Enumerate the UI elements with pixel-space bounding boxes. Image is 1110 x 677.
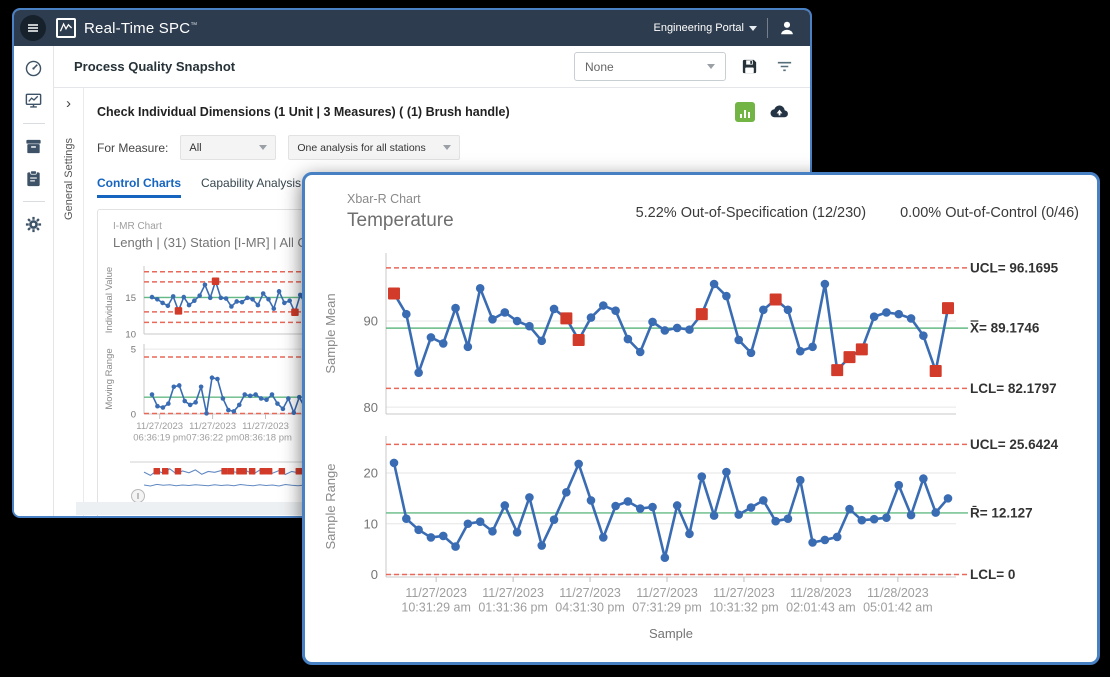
- page-title: Process Quality Snapshot: [74, 59, 574, 74]
- svg-text:11/28/2023: 11/28/2023: [867, 586, 929, 600]
- xbar-header: Xbar-R Chart Temperature 5.22% Out-of-Sp…: [305, 175, 1097, 232]
- svg-text:X̿= 89.1746: X̿= 89.1746: [970, 321, 1040, 336]
- clipboard-icon: [24, 169, 43, 188]
- portal-dropdown[interactable]: Engineering Portal: [653, 22, 757, 34]
- preset-value: None: [585, 60, 614, 74]
- gear-icon: [24, 215, 43, 234]
- analysis-mode-select[interactable]: One analysis for all stations: [288, 135, 460, 160]
- svg-text:15: 15: [125, 293, 136, 304]
- save-button[interactable]: [740, 57, 759, 76]
- svg-text:08:36:18 pm: 08:36:18 pm: [239, 433, 292, 444]
- svg-text:10:31:29 am: 10:31:29 am: [401, 601, 471, 615]
- svg-text:11/27/2023: 11/27/2023: [405, 586, 467, 600]
- general-settings-label: General Settings: [63, 138, 75, 220]
- svg-text:UCL= 25.6424: UCL= 25.6424: [970, 437, 1059, 452]
- bar-chart-icon: [740, 114, 743, 118]
- chevron-down-icon: [707, 64, 715, 69]
- out-of-control-stat: 0.00% Out-of-Control (0/46): [900, 205, 1079, 221]
- svg-text:UCL= 96.1695: UCL= 96.1695: [970, 260, 1059, 275]
- left-icon-sidebar: [14, 46, 54, 516]
- xbar-r-window: Xbar-R Chart Temperature 5.22% Out-of-Sp…: [302, 172, 1100, 665]
- svg-text:Sample Mean: Sample Mean: [323, 293, 338, 373]
- gauge-icon: [24, 59, 43, 78]
- svg-text:11/27/2023: 11/27/2023: [136, 421, 183, 432]
- svg-text:05:01:42 am: 05:01:42 am: [863, 601, 933, 615]
- for-measure-label: For Measure:: [97, 141, 168, 155]
- snapshot-preset-select[interactable]: None: [574, 52, 726, 81]
- chevron-down-icon: [443, 145, 451, 150]
- trademark: ™: [190, 22, 197, 29]
- svg-text:LCL= 0: LCL= 0: [970, 567, 1015, 582]
- svg-text:Moving Range: Moving Range: [104, 348, 115, 409]
- svg-text:11/27/2023: 11/27/2023: [713, 586, 775, 600]
- navbar-divider: [767, 18, 768, 38]
- svg-text:R̄= 12.127: R̄= 12.127: [970, 505, 1033, 520]
- chevron-down-icon: [749, 26, 757, 31]
- svg-text:10: 10: [364, 516, 378, 531]
- top-navbar: Real-Time SPC™ Engineering Portal: [14, 10, 810, 46]
- svg-text:20: 20: [364, 466, 378, 481]
- svg-text:5: 5: [131, 345, 136, 356]
- svg-text:01:31:36 pm: 01:31:36 pm: [478, 601, 547, 615]
- hamburger-icon: [26, 21, 40, 35]
- svg-text:07:31:29 pm: 07:31:29 pm: [632, 601, 702, 615]
- svg-text:0: 0: [371, 567, 378, 582]
- sidebar-item-settings[interactable]: [24, 215, 43, 234]
- xbar-chart-type-label: Xbar-R Chart: [347, 192, 1077, 206]
- svg-text:LCL= 82.1797: LCL= 82.1797: [970, 381, 1057, 396]
- svg-text:Sample Range: Sample Range: [323, 464, 338, 550]
- svg-text:Sample: Sample: [649, 626, 693, 641]
- sidebar-item-dashboard[interactable]: [24, 59, 43, 78]
- svg-text:04:31:30 pm: 04:31:30 pm: [555, 601, 625, 615]
- hamburger-menu-button[interactable]: [20, 15, 46, 41]
- svg-text:02:01:43 am: 02:01:43 am: [786, 601, 856, 615]
- user-account-button[interactable]: [778, 19, 796, 37]
- sidebar-item-archive[interactable]: [24, 137, 43, 156]
- sidebar-item-reports[interactable]: [24, 169, 43, 188]
- analysis-panel-title: Check Individual Dimensions (1 Unit | 3 …: [97, 105, 735, 119]
- svg-text:10: 10: [125, 329, 136, 340]
- svg-text:0: 0: [131, 409, 136, 420]
- sidebar-item-monitoring[interactable]: [24, 91, 43, 110]
- monitor-chart-icon: [24, 91, 43, 110]
- page-header: Process Quality Snapshot None: [54, 46, 810, 88]
- portal-label: Engineering Portal: [653, 22, 744, 34]
- sidebar-divider: [23, 201, 45, 202]
- sidebar-divider: [23, 123, 45, 124]
- svg-text:10:31:32 pm: 10:31:32 pm: [709, 601, 779, 615]
- svg-text:Individual Value: Individual Value: [104, 267, 115, 333]
- expand-settings-button[interactable]: ›: [54, 96, 83, 111]
- screenshot-canvas: Real-Time SPC™ Engineering Portal: [0, 0, 1110, 677]
- tab-capability-analysis[interactable]: Capability Analysis: [201, 176, 301, 198]
- svg-text:11/27/2023: 11/27/2023: [189, 421, 236, 432]
- measure-select[interactable]: All: [180, 135, 276, 160]
- out-of-spec-stat: 5.22% Out-of-Specification (12/230): [636, 205, 867, 221]
- svg-text:90: 90: [364, 314, 378, 329]
- chart-view-button[interactable]: [735, 102, 755, 122]
- filter-button[interactable]: [775, 57, 794, 76]
- general-settings-rail: › General Settings: [54, 88, 84, 516]
- svg-text:11/27/2023: 11/27/2023: [636, 586, 698, 600]
- app-logo-icon: [56, 18, 76, 38]
- chevron-down-icon: [259, 145, 267, 150]
- svg-text:11/27/2023: 11/27/2023: [482, 586, 544, 600]
- archive-icon: [24, 137, 43, 156]
- cloud-export-button[interactable]: [769, 101, 790, 122]
- app-title: Real-Time SPC™: [84, 20, 197, 37]
- svg-text:07:36:22 pm: 07:36:22 pm: [186, 433, 239, 444]
- svg-text:06:36:19 pm: 06:36:19 pm: [133, 433, 186, 444]
- xbar-r-control-charts[interactable]: 90 80 UCL= 96.1695 X̿= 89.1746 LCL= 82.1797 S…: [313, 241, 1098, 653]
- svg-text:11/28/2023: 11/28/2023: [790, 586, 852, 600]
- tab-control-charts[interactable]: Control Charts: [97, 176, 181, 198]
- svg-text:11/27/2023: 11/27/2023: [559, 586, 621, 600]
- svg-text:11/27/2023: 11/27/2023: [242, 421, 289, 432]
- svg-text:80: 80: [364, 400, 378, 415]
